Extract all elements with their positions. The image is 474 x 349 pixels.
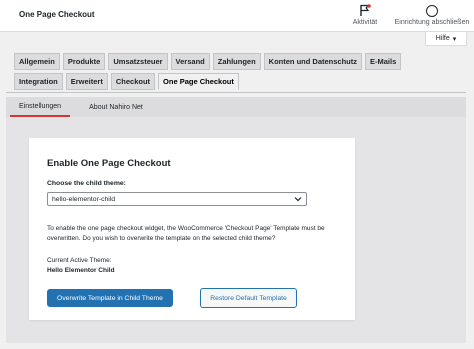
chevron-down-icon: ▾ <box>452 35 457 43</box>
progress-circle-icon <box>426 5 438 17</box>
subtab-about-nahiro-net[interactable]: About Nahiro Net <box>76 97 156 117</box>
tab-row-2: Integration Erweitert Checkout One Page … <box>14 73 454 90</box>
tab-erweitert[interactable]: Erweitert <box>65 73 108 90</box>
tab-e-mails[interactable]: E-Mails <box>365 53 402 70</box>
child-theme-select[interactable]: hello-elementor-child <box>47 192 307 206</box>
tab-row-1: Allgemein Produkte Umsatzsteuer Versand … <box>14 53 454 70</box>
tab-allgemein[interactable]: Allgemein <box>14 53 60 70</box>
tab-umsatzsteuer[interactable]: Umsatzsteuer <box>108 53 168 70</box>
current-theme-value: Hello Elementor Child <box>47 267 115 274</box>
tab-checkout[interactable]: Checkout <box>110 73 156 90</box>
top-bar: One Page Checkout Aktivität Einrichtung … <box>0 0 474 32</box>
page-title: One Page Checkout <box>19 10 95 19</box>
activity-label: Aktivität <box>352 19 378 26</box>
tab-integration[interactable]: Integration <box>14 73 63 90</box>
child-theme-label: Choose the child theme: <box>47 180 126 187</box>
settings-tabs: Allgemein Produkte Umsatzsteuer Versand … <box>14 53 454 93</box>
overwrite-description: To enable the one page checkout widget, … <box>47 225 325 242</box>
chevron-down-icon <box>294 197 302 202</box>
tabs-divider <box>6 92 466 93</box>
one-page-checkout-card: Enable One Page Checkout Choose the chil… <box>29 138 355 320</box>
child-theme-select-value: hello-elementor-child <box>52 195 116 203</box>
sub-navigation: Einstellungen About Nahiro Net <box>6 97 466 117</box>
tab-produkte[interactable]: Produkte <box>62 53 106 70</box>
finish-setup-button[interactable]: Einrichtung abschließen <box>390 4 474 26</box>
subtab-einstellungen[interactable]: Einstellungen <box>10 97 70 117</box>
activity-button[interactable]: Aktivität <box>348 4 382 26</box>
tab-zahlungen[interactable]: Zahlungen <box>212 53 261 70</box>
help-label: Hilfe <box>435 35 450 42</box>
overwrite-template-button[interactable]: Overwrite Template in Child Theme <box>47 289 173 307</box>
help-button[interactable]: Hilfe ▾ <box>425 32 467 46</box>
current-theme-label: Current Active Theme: <box>47 257 112 264</box>
finish-setup-label: Einrichtung abschließen <box>394 19 470 26</box>
tab-konten-und-datenschutz[interactable]: Konten und Datenschutz <box>263 53 362 70</box>
tab-versand[interactable]: Versand <box>170 53 210 70</box>
tab-one-page-checkout[interactable]: One Page Checkout <box>158 73 239 90</box>
restore-default-template-button[interactable]: Restore Default Template <box>200 288 297 308</box>
flag-icon <box>360 4 371 16</box>
card-title: Enable One Page Checkout <box>47 158 171 169</box>
